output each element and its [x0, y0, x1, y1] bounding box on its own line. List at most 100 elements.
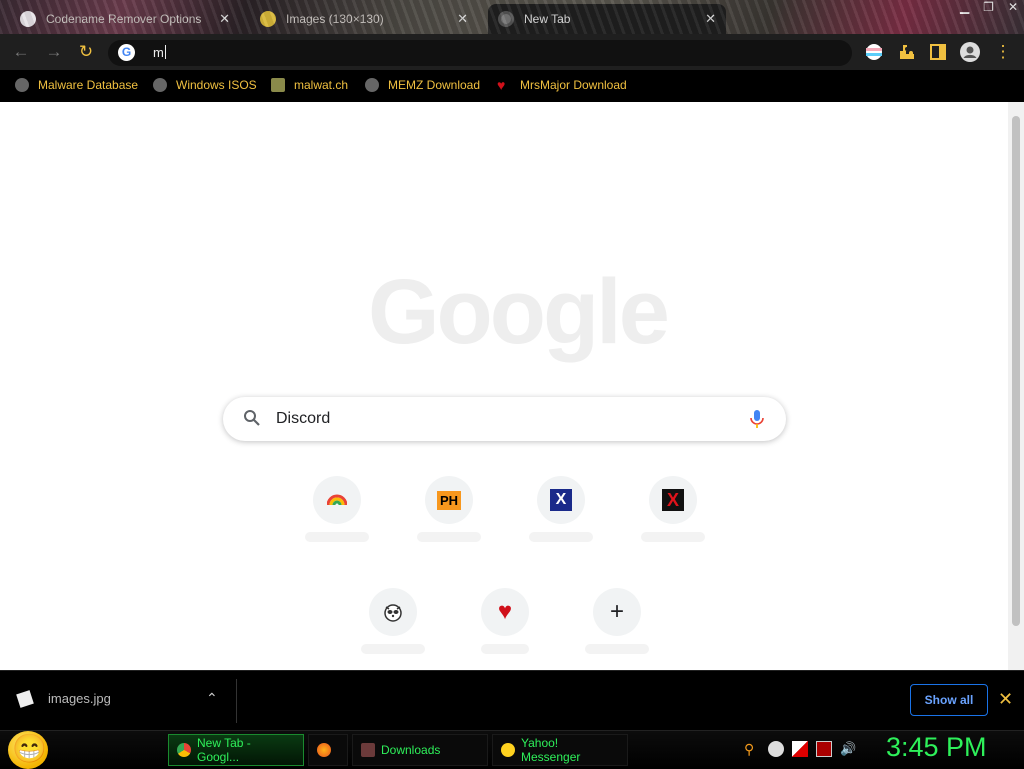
chevron-up-icon[interactable]: ⌃: [206, 690, 218, 707]
tab-title: Images (130×130): [286, 12, 384, 26]
globe-icon: [153, 78, 167, 92]
side-panel-icon[interactable]: [928, 42, 948, 62]
address-input[interactable]: m: [153, 45, 166, 60]
search-icon: [244, 410, 260, 426]
tab-images[interactable]: Images (130×130) ✕: [250, 4, 478, 34]
task-label: New Tab - Googl...: [197, 736, 251, 764]
tab-favicon: [20, 11, 36, 27]
task-new-tab[interactable]: New Tab - Googl...: [168, 734, 304, 766]
shortcut-tile[interactable]: PH: [393, 476, 505, 586]
extensions-icon[interactable]: [896, 42, 916, 62]
chrome-icon: [177, 743, 191, 757]
bookmark-label: MEMZ Download: [388, 78, 481, 92]
address-bar[interactable]: [108, 40, 852, 66]
person-icon: [271, 78, 285, 92]
close-tab-icon[interactable]: ✕: [705, 11, 716, 27]
bookmark-malware-database[interactable]: Malware Database: [15, 78, 138, 92]
google-icon: G: [118, 44, 135, 61]
shortcut-tile[interactable]: ♥: [449, 588, 561, 670]
reload-icon[interactable]: ↻: [75, 41, 97, 63]
tab-new-tab[interactable]: New Tab ✕: [488, 4, 726, 34]
tab-title: Codename Remover Options: [46, 12, 202, 26]
bookmark-malwatch[interactable]: malwat.ch: [271, 78, 348, 92]
shortcut-label: [361, 644, 425, 654]
network-icon[interactable]: [816, 741, 832, 757]
search-box[interactable]: Discord: [223, 397, 786, 441]
profile-avatar-icon[interactable]: [960, 42, 980, 62]
tab-favicon: [260, 11, 276, 27]
smiley-icon: [501, 743, 515, 757]
tab-codename-remover[interactable]: Codename Remover Options ✕: [10, 4, 240, 34]
show-all-button[interactable]: Show all: [910, 684, 988, 716]
text-caret: [164, 45, 166, 59]
microphone-icon[interactable]: [748, 409, 766, 429]
start-button[interactable]: [8, 731, 48, 769]
shortcut-tile[interactable]: X: [505, 476, 617, 586]
download-filename: images.jpg: [48, 691, 111, 706]
shortcut-label: [305, 532, 369, 542]
close-tab-icon[interactable]: ✕: [219, 11, 230, 27]
page-scrollbar[interactable]: [1008, 102, 1024, 670]
add-shortcut-icon: +: [593, 588, 641, 636]
x-blue-icon: X: [537, 476, 585, 524]
file-icon: [16, 689, 34, 708]
minimize-icon[interactable]: ▁: [960, 0, 969, 14]
back-icon[interactable]: ←: [10, 41, 32, 63]
close-downloads-icon[interactable]: ✕: [998, 689, 1013, 710]
divider: [236, 679, 237, 723]
shortcut-label: [641, 532, 705, 542]
search-tray-icon[interactable]: ⚲: [744, 741, 760, 757]
bookmark-label: Malware Database: [38, 78, 139, 92]
add-shortcut-button[interactable]: +: [561, 588, 673, 670]
system-tray: ⚲ 🔊: [744, 741, 856, 757]
bookmark-label: Windows ISOS: [176, 78, 257, 92]
taskbar: New Tab - Googl... Downloads Yahoo! Mess…: [0, 730, 1024, 769]
raccoon-icon: [369, 588, 417, 636]
chrome-rainbow-icon: [313, 476, 361, 524]
shortcut-label: [529, 532, 593, 542]
shortcut-tile[interactable]: [337, 588, 449, 670]
tab-title: New Tab: [524, 12, 571, 26]
google-logo: Google: [368, 261, 670, 363]
forward-icon[interactable]: →: [43, 41, 65, 63]
shortcut-tile[interactable]: [281, 476, 393, 586]
task-label: Yahoo! Messenger: [521, 736, 581, 764]
flag-icon[interactable]: [792, 741, 808, 757]
window-controls: ▁ ❐ ✕: [960, 0, 1018, 14]
tab-strip: Codename Remover Options ✕ Images (130×1…: [0, 0, 1024, 34]
scrollbar-thumb[interactable]: [1012, 116, 1020, 626]
profile-flag-icon[interactable]: [864, 42, 884, 62]
shortcut-label: [481, 644, 529, 654]
shortcut-label: [585, 644, 649, 654]
heart-icon: ♥: [497, 77, 506, 93]
firefox-icon: [317, 743, 331, 757]
bookmark-windows-isos[interactable]: Windows ISOS: [153, 78, 257, 92]
bookmark-label: malwat.ch: [294, 78, 349, 92]
tab-favicon: [498, 11, 514, 27]
bookmarks-bar: Malware Database Windows ISOS malwat.ch …: [0, 70, 1024, 102]
shortcut-tile[interactable]: X: [617, 476, 729, 586]
task-downloads[interactable]: Downloads: [352, 734, 488, 766]
downloads-bar: images.jpg ⌃ Show all ✕: [0, 670, 1024, 730]
address-value: m: [153, 45, 164, 60]
new-tab-page: Google Discord PH X X ♥ +: [0, 102, 1008, 670]
task-firefox[interactable]: [308, 734, 348, 766]
globe-icon: [15, 78, 29, 92]
globe-icon: [365, 78, 379, 92]
heart-icon: ♥: [481, 588, 529, 636]
menu-icon[interactable]: ⋮: [992, 41, 1014, 63]
bookmark-memz-download[interactable]: MEMZ Download: [365, 78, 480, 92]
ph-icon: PH: [425, 476, 473, 524]
download-item[interactable]: images.jpg: [16, 689, 111, 708]
task-label: Downloads: [381, 743, 441, 757]
task-yahoo-messenger[interactable]: Yahoo! Messenger: [492, 734, 628, 766]
close-window-icon[interactable]: ✕: [1008, 0, 1018, 14]
bookmark-mrsmajor-download[interactable]: ♥ MrsMajor Download: [497, 78, 627, 92]
messenger-tray-icon[interactable]: [768, 741, 784, 757]
restore-icon[interactable]: ❐: [983, 0, 994, 14]
close-tab-icon[interactable]: ✕: [457, 11, 468, 27]
clock[interactable]: 3:45 PM: [886, 732, 987, 763]
volume-icon[interactable]: 🔊: [840, 741, 856, 757]
search-input[interactable]: Discord: [276, 410, 330, 428]
folder-icon: [361, 743, 375, 757]
